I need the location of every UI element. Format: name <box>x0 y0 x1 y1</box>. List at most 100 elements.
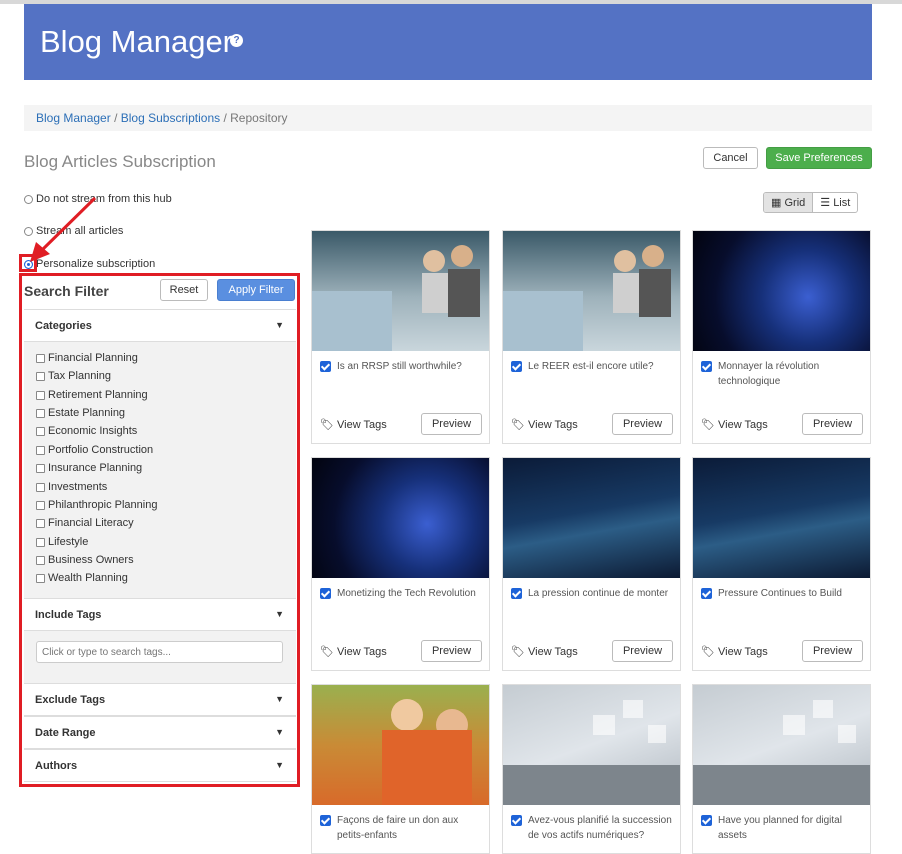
article-checkbox[interactable] <box>511 815 522 826</box>
authors-header[interactable]: Authors ▼ <box>24 749 296 782</box>
tag-search-input[interactable] <box>36 641 283 663</box>
caret-down-icon: ▼ <box>275 320 284 330</box>
checkbox[interactable] <box>36 445 45 455</box>
category-item[interactable]: Investments <box>36 481 107 493</box>
article-title: Avez-vous planifié la succession de vos … <box>528 815 672 841</box>
article-checkbox[interactable] <box>320 588 331 599</box>
category-item[interactable]: Retirement Planning <box>36 389 148 401</box>
checkbox[interactable] <box>36 518 45 528</box>
view-toggle: ▦ Grid ☰ List <box>763 192 859 213</box>
preview-button[interactable]: Preview <box>421 640 482 662</box>
date-range-header[interactable]: Date Range ▼ <box>24 716 296 749</box>
article-image-typing-laptop <box>693 685 870 805</box>
tag-icon: 🏷 <box>511 419 525 431</box>
category-item[interactable]: Tax Planning <box>36 370 111 382</box>
tag-icon: 🏷 <box>320 646 334 658</box>
list-view-button[interactable]: ☰ List <box>813 193 857 212</box>
view-tags-link[interactable]: 🏷 View Tags <box>511 645 578 659</box>
view-tags-link[interactable]: 🏷 View Tags <box>511 418 578 432</box>
category-item[interactable]: Financial Literacy <box>36 517 134 529</box>
checkbox[interactable] <box>36 408 45 418</box>
preview-button[interactable]: Preview <box>612 640 673 662</box>
help-circle-icon[interactable]: ? <box>230 34 243 47</box>
category-item[interactable]: Lifestyle <box>36 536 88 548</box>
grid-icon: ▦ <box>771 197 782 209</box>
article-title: Façons de faire un don aux petits-enfant… <box>337 815 459 841</box>
breadcrumb-blog-manager[interactable]: Blog Manager <box>36 111 111 125</box>
article-card: Is an RRSP still worthwhile? 🏷 View Tags… <box>311 230 490 444</box>
save-preferences-button[interactable]: Save Preferences <box>766 147 872 169</box>
checkbox[interactable] <box>36 555 45 565</box>
article-title: Monetizing the Tech Revolution <box>337 588 476 599</box>
view-tags-link[interactable]: 🏷 View Tags <box>701 645 768 659</box>
view-tags-link[interactable]: 🏷 View Tags <box>320 418 387 432</box>
checkbox[interactable] <box>36 426 45 436</box>
article-image-grandparent-child <box>312 685 489 805</box>
article-card: Monetizing the Tech Revolution 🏷 View Ta… <box>311 457 490 671</box>
page-title: Blog Articles Subscription <box>24 152 216 171</box>
caret-down-icon: ▼ <box>275 727 284 737</box>
category-item[interactable]: Insurance Planning <box>36 462 142 474</box>
reset-button[interactable]: Reset <box>160 279 208 301</box>
checkbox[interactable] <box>36 573 45 583</box>
article-image-particle-wave <box>503 458 680 578</box>
exclude-tags-header[interactable]: Exclude Tags ▼ <box>24 683 296 716</box>
tag-icon: 🏷 <box>320 419 334 431</box>
checkbox[interactable] <box>36 353 45 363</box>
preview-button[interactable]: Preview <box>802 640 863 662</box>
breadcrumb-blog-subscriptions[interactable]: Blog Subscriptions <box>121 111 220 125</box>
grid-view-button[interactable]: ▦ Grid <box>764 193 814 212</box>
preview-button[interactable]: Preview <box>612 413 673 435</box>
authors-label: Authors <box>35 760 78 772</box>
article-title: Have you planned for digital assets <box>718 815 842 841</box>
article-card: Monnayer la révolution technologique 🏷 V… <box>692 230 871 444</box>
include-tags-label: Include Tags <box>35 609 102 621</box>
view-tags-link[interactable]: 🏷 View Tags <box>701 418 768 432</box>
categories-header[interactable]: Categories ▼ <box>24 309 296 342</box>
include-tags-body <box>24 631 296 683</box>
tag-icon: 🏷 <box>701 419 715 431</box>
include-tags-header[interactable]: Include Tags ▼ <box>24 598 296 631</box>
checkbox[interactable] <box>36 500 45 510</box>
preview-button[interactable]: Preview <box>421 413 482 435</box>
category-item[interactable]: Financial Planning <box>36 352 138 364</box>
category-item[interactable]: Economic Insights <box>36 425 137 437</box>
filter-title: Search Filter <box>24 283 109 299</box>
article-checkbox[interactable] <box>320 361 331 372</box>
category-item[interactable]: Philanthropic Planning <box>36 499 157 511</box>
categories-label: Categories <box>35 320 92 332</box>
category-item[interactable]: Business Owners <box>36 554 134 566</box>
category-item[interactable]: Portfolio Construction <box>36 444 153 456</box>
article-checkbox[interactable] <box>511 588 522 599</box>
breadcrumb-repository: Repository <box>230 111 288 125</box>
article-image-office-meeting <box>312 231 489 351</box>
categories-list: Financial Planning Tax Planning Retireme… <box>24 342 296 598</box>
article-checkbox[interactable] <box>701 815 712 826</box>
article-image-digital-globe <box>693 231 870 351</box>
article-checkbox[interactable] <box>701 588 712 599</box>
article-checkbox[interactable] <box>511 361 522 372</box>
article-card: Pressure Continues to Build 🏷 View Tags … <box>692 457 871 671</box>
article-image-digital-globe <box>312 458 489 578</box>
article-card: Le REER est-il encore utile? 🏷 View Tags… <box>502 230 681 444</box>
article-checkbox[interactable] <box>701 361 712 372</box>
caret-down-icon: ▼ <box>275 760 284 770</box>
checkbox[interactable] <box>36 371 45 381</box>
article-image-typing-laptop <box>503 685 680 805</box>
article-image-office-meeting <box>503 231 680 351</box>
exclude-tags-label: Exclude Tags <box>35 694 106 706</box>
view-tags-link[interactable]: 🏷 View Tags <box>320 645 387 659</box>
checkbox[interactable] <box>36 482 45 492</box>
category-item[interactable]: Wealth Planning <box>36 572 128 584</box>
checkbox[interactable] <box>36 463 45 473</box>
breadcrumb: Blog Manager / Blog Subscriptions / Repo… <box>24 105 872 131</box>
apply-filter-button[interactable]: Apply Filter <box>217 279 295 301</box>
checkbox[interactable] <box>36 537 45 547</box>
category-item[interactable]: Estate Planning <box>36 407 125 419</box>
article-title: Is an RRSP still worthwhile? <box>337 361 462 372</box>
article-checkbox[interactable] <box>320 815 331 826</box>
cancel-button[interactable]: Cancel <box>703 147 758 169</box>
preview-button[interactable]: Preview <box>802 413 863 435</box>
caret-down-icon: ▼ <box>275 609 284 619</box>
checkbox[interactable] <box>36 390 45 400</box>
